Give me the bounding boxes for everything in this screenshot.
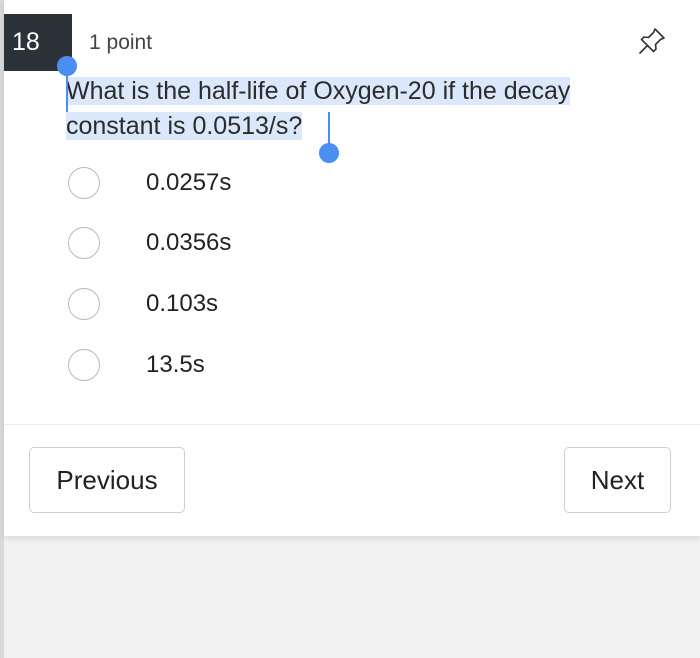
answer-option-2[interactable]: 0.0356s bbox=[68, 227, 668, 267]
previous-button[interactable]: Previous bbox=[29, 447, 185, 513]
answer-option-label: 0.0356s bbox=[146, 229, 232, 256]
next-button[interactable]: Next bbox=[564, 447, 671, 513]
divider bbox=[4, 424, 700, 425]
radio-button[interactable] bbox=[68, 167, 100, 199]
answer-option-4[interactable]: 13.5s bbox=[68, 349, 668, 389]
answer-option-label: 0.0257s bbox=[146, 169, 232, 196]
radio-button[interactable] bbox=[68, 227, 100, 259]
answer-option-3[interactable]: 0.103s bbox=[68, 288, 668, 328]
selection-caret-start bbox=[66, 70, 68, 112]
pin-icon[interactable] bbox=[636, 25, 668, 57]
answer-option-label: 13.5s bbox=[146, 351, 205, 378]
question-text-line2: constant is 0.0513/s? bbox=[66, 112, 303, 140]
radio-button[interactable] bbox=[68, 349, 100, 381]
question-points: 1 point bbox=[89, 31, 153, 54]
question-text: What is the half-life of Oxygen-20 if th… bbox=[66, 74, 686, 144]
question-text-line1: What is the half-life of Oxygen-20 if th… bbox=[66, 77, 571, 105]
selection-handle-start[interactable] bbox=[57, 56, 77, 76]
question-card: 18 1 point What is the half-life of Oxyg… bbox=[4, 0, 700, 536]
answer-option-label: 0.103s bbox=[146, 290, 219, 317]
selection-handle-end[interactable] bbox=[319, 143, 339, 163]
radio-button[interactable] bbox=[68, 288, 100, 320]
answer-option-1[interactable]: 0.0257s bbox=[68, 167, 668, 207]
